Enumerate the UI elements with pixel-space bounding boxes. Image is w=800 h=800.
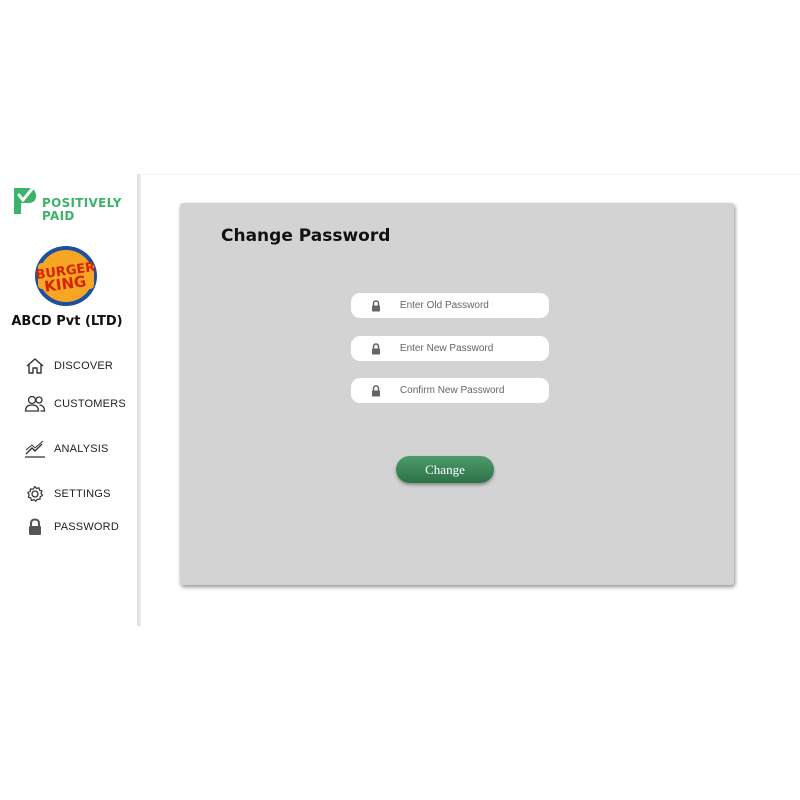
sidebar-item-settings[interactable]: SETTINGS [24, 484, 111, 504]
sidebar-item-label: ANALYSIS [54, 443, 109, 455]
change-button[interactable]: Change [396, 456, 494, 483]
old-password-field-wrapper [351, 293, 549, 318]
page-title: Change Password [221, 226, 391, 246]
sidebar-item-discover[interactable]: DISCOVER [24, 356, 113, 376]
burger-king-logo: BURGER KING [35, 246, 97, 306]
lock-icon [371, 342, 383, 355]
gear-icon [24, 484, 46, 504]
lock-icon [371, 384, 383, 397]
positively-paid-icon [14, 187, 36, 214]
confirm-password-input[interactable] [399, 385, 549, 396]
positively-paid-logo: POSITIVELY PAID [12, 184, 132, 223]
lock-icon [371, 299, 383, 312]
sidebar-item-label: DISCOVER [54, 360, 114, 372]
app-window: POSITIVELY PAID BURGER KING ABCD Pvt (LT… [0, 174, 800, 626]
sidebar-divider [137, 174, 141, 626]
users-icon [24, 394, 46, 414]
brand-name-line2: PAID [42, 209, 75, 223]
sidebar-item-label: CUSTOMERS [54, 398, 126, 410]
sidebar-item-label: SETTINGS [54, 488, 111, 500]
change-password-panel: Change Password Change [180, 203, 734, 585]
company-name: ABCD Pvt (LTD) [11, 314, 123, 329]
sidebar-item-analysis[interactable]: ANALYSIS [24, 439, 109, 459]
confirm-password-field-wrapper [351, 378, 549, 403]
new-password-field-wrapper [351, 336, 549, 361]
trend-chart-icon [24, 439, 46, 459]
sidebar: POSITIVELY PAID BURGER KING ABCD Pvt (LT… [0, 174, 138, 626]
sidebar-item-customers[interactable]: CUSTOMERS [24, 394, 126, 414]
new-password-input[interactable] [399, 343, 549, 354]
home-icon [24, 356, 46, 376]
sidebar-item-password[interactable]: PASSWORD [24, 517, 119, 537]
sidebar-item-label: PASSWORD [54, 521, 119, 533]
brand-name: POSITIVELY PAID [42, 197, 122, 223]
old-password-input[interactable] [399, 300, 549, 311]
lock-icon [24, 517, 46, 537]
